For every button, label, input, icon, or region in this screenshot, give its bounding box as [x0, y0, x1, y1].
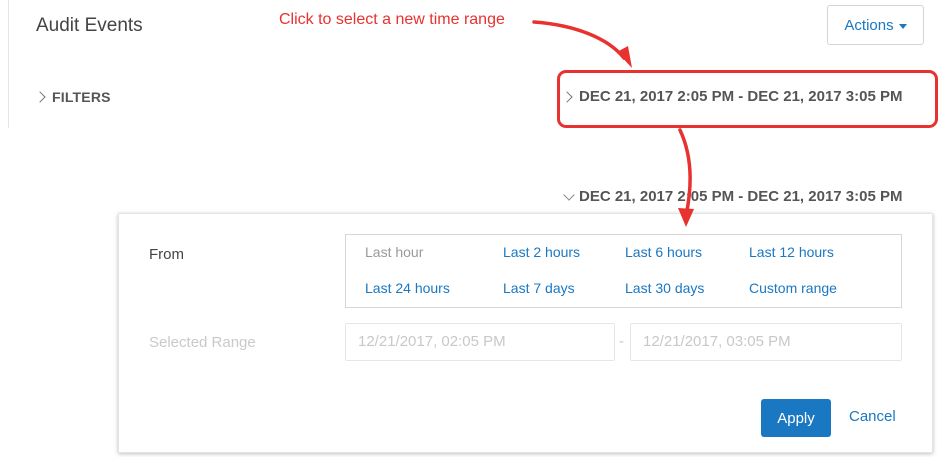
actions-label: Actions: [844, 16, 894, 34]
preset-last-6-hours[interactable]: Last 6 hours: [625, 244, 702, 260]
preset-custom-range[interactable]: Custom range: [749, 280, 837, 296]
selected-range-label: Selected Range: [149, 334, 256, 351]
apply-button[interactable]: Apply: [761, 399, 831, 437]
filters-label: FILTERS: [52, 89, 111, 105]
caret-down-icon: [898, 23, 907, 29]
from-label: From: [149, 246, 184, 263]
preset-last-7-days[interactable]: Last 7 days: [503, 280, 575, 296]
end-datetime-input[interactable]: 12/21/2017, 03:05 PM: [630, 323, 902, 361]
start-datetime-input[interactable]: 12/21/2017, 02:05 PM: [345, 323, 615, 361]
arrow-head-icon: [617, 46, 632, 68]
actions-button[interactable]: Actions: [827, 5, 924, 45]
preset-last-12-hours[interactable]: Last 12 hours: [749, 244, 834, 260]
left-divider: [8, 0, 9, 128]
time-range-label-open: DEC 21, 2017 2:05 PM - DEC 21, 2017 3:05…: [579, 188, 903, 205]
preset-ranges-box: Last hour Last 2 hours Last 6 hours Last…: [345, 234, 902, 308]
preset-last-30-days[interactable]: Last 30 days: [625, 280, 704, 296]
chevron-right-icon: [34, 91, 46, 103]
time-range-toggle-open[interactable]: DEC 21, 2017 2:05 PM - DEC 21, 2017 3:05…: [563, 188, 903, 205]
filters-toggle[interactable]: FILTERS: [34, 89, 111, 105]
annotation-highlight-box: [557, 70, 938, 128]
range-separator: -: [619, 333, 624, 350]
chevron-down-icon: [563, 188, 575, 201]
annotation-arrow-to-range: [532, 20, 626, 60]
preset-last-2-hours[interactable]: Last 2 hours: [503, 244, 580, 260]
preset-last-hour[interactable]: Last hour: [365, 244, 423, 260]
time-range-picker-panel: From Last hour Last 2 hours Last 6 hours…: [118, 213, 933, 453]
cancel-button[interactable]: Cancel: [849, 408, 896, 425]
preset-last-24-hours[interactable]: Last 24 hours: [365, 280, 450, 296]
page-title: Audit Events: [36, 15, 143, 36]
annotation-callout: Click to select a new time range: [279, 11, 505, 28]
